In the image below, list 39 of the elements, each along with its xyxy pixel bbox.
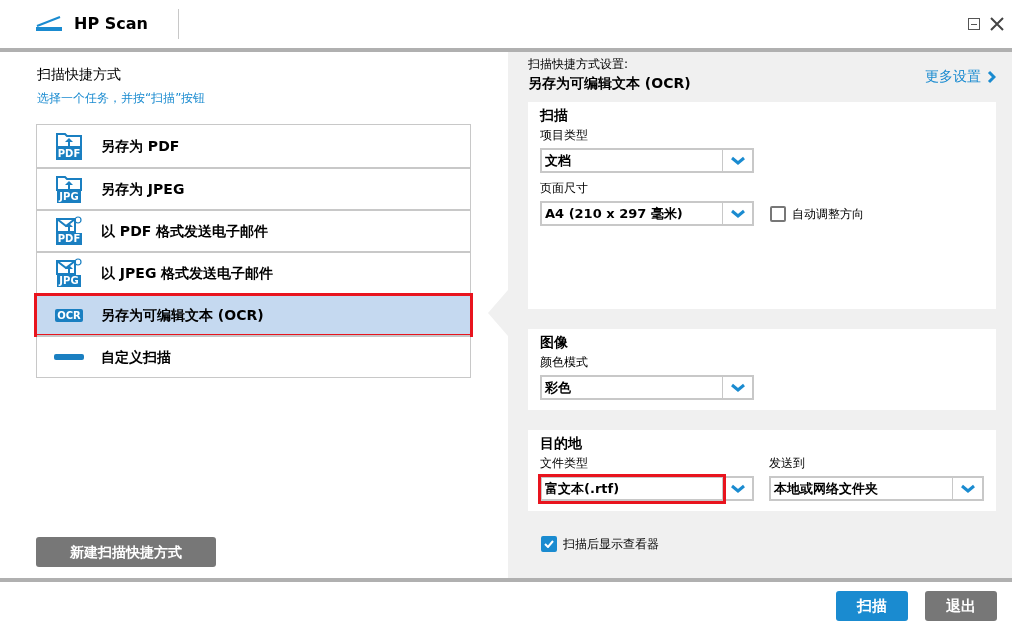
shortcuts-hint: 选择一个任务，并按“扫描”按钮	[37, 90, 207, 107]
field-label: 项目类型	[540, 127, 589, 144]
checkbox[interactable]	[770, 205, 786, 222]
field-label: 页面尺寸	[540, 180, 589, 197]
chevron-down-icon	[729, 484, 746, 493]
ocr-icon: OCR	[55, 308, 83, 322]
field-label: 发送到	[769, 455, 806, 472]
chevron-down-icon	[729, 156, 746, 165]
dropdown[interactable]: 本地或网络文件夹	[769, 476, 984, 501]
field-label: 文件类型	[540, 455, 589, 472]
scanner-icon	[54, 354, 84, 360]
minimize-button[interactable]	[968, 18, 980, 30]
dropdown[interactable]: 文档	[540, 148, 754, 173]
dropdown[interactable]: 彩色	[540, 375, 754, 400]
check-icon	[544, 540, 554, 548]
close-button[interactable]	[990, 17, 1004, 31]
section-title: 扫描	[540, 106, 569, 125]
chevron-down-icon	[729, 209, 746, 218]
exit-button[interactable]: 退出	[925, 591, 997, 621]
scanner-logo-icon	[36, 16, 62, 32]
checkbox-label: 扫描后显示查看器	[563, 536, 659, 553]
chevron-right-icon	[987, 69, 996, 84]
scan-button[interactable]: 扫描	[836, 591, 908, 621]
checkbox-label: 自动调整方向	[792, 205, 864, 223]
chevron-down-icon	[729, 383, 746, 392]
chevron-down-icon	[959, 484, 976, 493]
shortcut-item[interactable]: OCR 另存为可编辑文本 (OCR)	[37, 293, 470, 335]
field-label: 颜色模式	[540, 354, 589, 371]
dropdown[interactable]: 富文本(.rtf)	[540, 476, 754, 501]
shortcuts-title: 扫描快捷方式	[37, 65, 122, 84]
dropdown[interactable]: A4 (210 x 297 毫米)	[540, 201, 754, 226]
new-shortcut-button[interactable]: 新建扫描快捷方式	[36, 537, 216, 567]
app-title: HP Scan	[74, 13, 148, 35]
settings-caption: 扫描快捷方式设置:	[528, 56, 630, 72]
section-title: 目的地	[540, 434, 583, 453]
close-icon	[990, 17, 1004, 31]
checkbox[interactable]	[541, 536, 557, 552]
section-title: 图像	[540, 333, 569, 352]
settings-name: 另存为可编辑文本 (OCR)	[528, 74, 691, 93]
